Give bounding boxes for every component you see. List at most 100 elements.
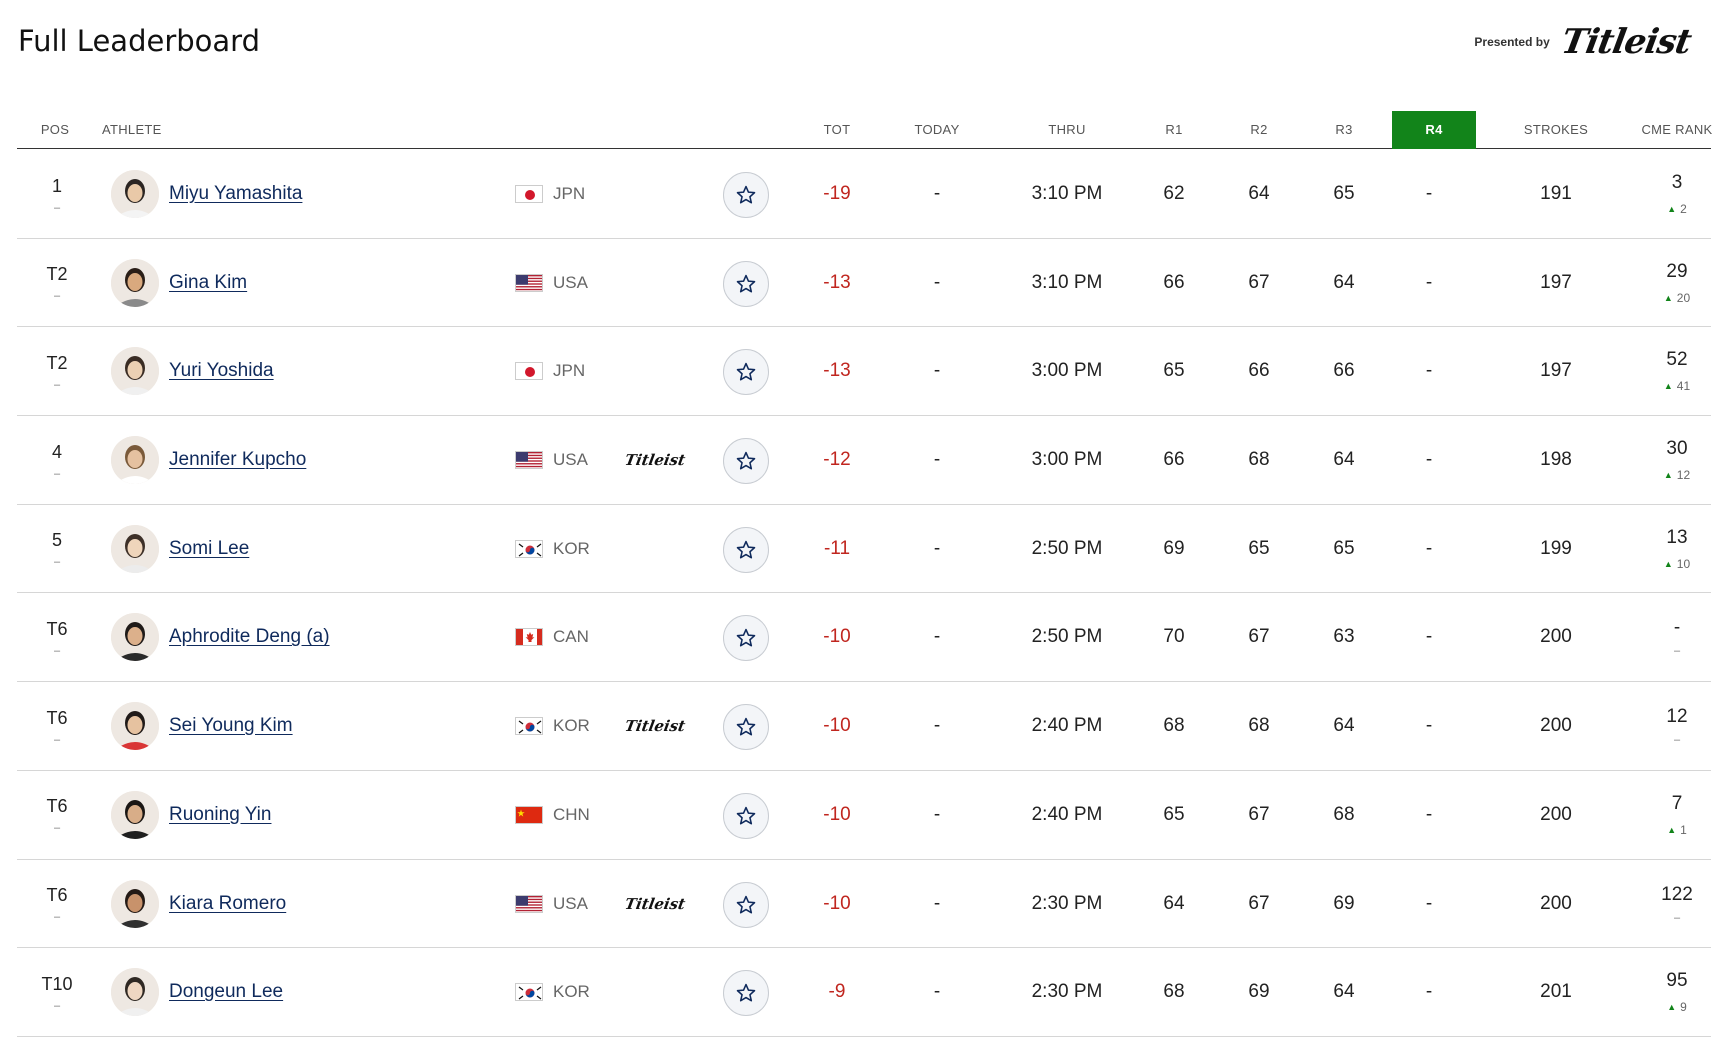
athlete-name-link[interactable]: Gina Kim	[169, 239, 247, 327]
total-score: -9	[828, 981, 846, 1003]
position-change: –	[53, 378, 61, 391]
favorite-star-button[interactable]	[723, 792, 769, 839]
table-header: POS ATHLETE TOT TODAY THRU R1 R2 R3 R4 S…	[17, 111, 1712, 149]
favorite-star-button[interactable]	[723, 438, 769, 485]
round-3-score: 66	[1333, 360, 1355, 382]
cme-rank-value: 13	[1666, 526, 1688, 548]
total-strokes: 200	[1540, 626, 1572, 648]
col-r4-active[interactable]: R4	[1392, 111, 1476, 149]
cme-rank: 3 ▲ 2	[1653, 150, 1701, 238]
round-2-score: 67	[1248, 271, 1270, 293]
col-athlete: ATHLETE	[102, 122, 162, 137]
cme-rank-value: 29	[1666, 260, 1688, 282]
total-score: -13	[823, 271, 851, 293]
country-code: KOR	[553, 538, 590, 558]
athlete-name-link[interactable]: Kiara Romero	[169, 860, 286, 948]
position-value: T2	[46, 352, 68, 373]
total-strokes: 201	[1540, 981, 1572, 1003]
round-4-score: -	[1425, 715, 1433, 737]
round-2-score: 68	[1248, 715, 1270, 737]
cme-rank-value: 7	[1671, 792, 1683, 814]
total-strokes: 197	[1540, 271, 1572, 293]
round-3-score: 64	[1333, 715, 1355, 737]
position: T6 –	[39, 860, 75, 948]
round-4-score: -	[1425, 626, 1433, 648]
athlete-name-link[interactable]: Jennifer Kupcho	[169, 416, 306, 504]
country: CAN	[515, 593, 589, 681]
country-code: KOR	[553, 982, 590, 1002]
avatar	[111, 613, 159, 662]
today-score: -	[933, 360, 941, 382]
table-row: T2 – Yuri Yoshida JPN -13 - 3:00 PM 65 66 66 - 197 5…	[17, 327, 1711, 417]
table-row: T6 – Sei Young Kim KOR Titleist -10 - 2:40 PM 68…	[17, 682, 1711, 771]
round-3-score: 68	[1333, 803, 1355, 825]
favorite-star-button[interactable]	[723, 349, 769, 396]
favorite-star-button[interactable]	[723, 615, 769, 662]
round-3-score: 65	[1333, 537, 1355, 559]
leaderboard-page: Full Leaderboard Presented by Titleist P…	[0, 0, 1726, 1047]
position: 4–	[39, 416, 75, 504]
round-3-score: 64	[1333, 449, 1355, 471]
favorite-star-button[interactable]	[723, 526, 769, 573]
flag-jpn-icon	[515, 362, 543, 381]
position-value: 1	[51, 175, 62, 196]
round-4-score: -	[1425, 803, 1433, 825]
round-1-score: 70	[1163, 626, 1185, 648]
athlete-name-link[interactable]: Dongeun Lee	[169, 948, 283, 1036]
thru-time: 3:10 PM	[1031, 271, 1103, 293]
round-1-score: 64	[1163, 892, 1185, 914]
flag-kor-icon	[515, 983, 543, 1002]
athlete-name-link[interactable]: Somi Lee	[169, 505, 249, 593]
round-2-score: 67	[1248, 626, 1270, 648]
athlete-name-link[interactable]: Sei Young Kim	[169, 682, 293, 770]
favorite-star-button[interactable]	[723, 881, 769, 928]
star-icon	[735, 539, 757, 561]
flag-can-icon	[515, 628, 543, 647]
cme-rank: 13 ▲ 10	[1653, 505, 1701, 593]
titleist-badge: Titleist	[623, 717, 687, 736]
country: KOR	[515, 948, 590, 1036]
flag-kor-icon	[515, 717, 543, 736]
table-row: T2 – Gina Kim USA -13 - 3:10 PM 66 67 64 - 197 29 ▲ 20	[17, 239, 1711, 328]
round-4-score: -	[1425, 360, 1433, 382]
favorite-star-button[interactable]	[723, 704, 769, 751]
total-score: -13	[823, 360, 851, 382]
table-row: 4– Jennifer Kupcho USA Titleist -12-3:00 PM 6…	[17, 416, 1711, 505]
position-change: –	[53, 467, 61, 480]
position-value: T2	[46, 264, 68, 285]
round-4-score: -	[1425, 449, 1433, 471]
table-row: T6 – Kiara Romero USA Titleist -10 - 2:30 PM 64 6…	[17, 860, 1711, 949]
total-strokes: 199	[1540, 537, 1572, 559]
cme-movement: ▲ 1	[1667, 823, 1687, 837]
cme-rank: 52 ▲ 41	[1653, 327, 1701, 415]
athlete-name-link[interactable]: Ruoning Yin	[169, 771, 271, 859]
cme-rank: 122 –	[1653, 860, 1701, 948]
avatar	[111, 702, 159, 751]
titleist-badge: Titleist	[623, 451, 687, 470]
star-icon	[735, 184, 757, 206]
athlete-name-link[interactable]: Yuri Yoshida	[169, 327, 274, 415]
round-1-score: 62	[1163, 183, 1185, 204]
star-icon	[735, 361, 757, 383]
position-value: T6	[46, 707, 68, 728]
round-3-score: 65	[1333, 183, 1355, 204]
cme-rank-value: 95	[1666, 970, 1688, 992]
athlete-name-link[interactable]: Miyu Yamashita	[169, 150, 302, 238]
star-icon	[735, 716, 757, 738]
avatar	[111, 790, 159, 839]
thru-time: 2:30 PM	[1031, 981, 1103, 1003]
favorite-star-button[interactable]	[723, 970, 769, 1017]
athlete-name-link[interactable]: Aphrodite Deng (a)	[169, 593, 330, 681]
cme-rank: 29 ▲ 20	[1653, 239, 1701, 327]
favorite-star-button[interactable]	[723, 172, 769, 218]
table-row: 1– Miyu Yamashita JPN -19-3:10 PM 62 64 65-191…	[17, 150, 1711, 239]
today-score: -	[933, 892, 941, 914]
flag-chn-icon	[515, 805, 543, 824]
flag-usa-icon	[515, 451, 543, 470]
avatar	[111, 170, 159, 218]
country: USA	[515, 416, 588, 504]
favorite-star-button[interactable]	[723, 260, 769, 307]
total-strokes: 191	[1540, 183, 1572, 204]
round-2-score: 69	[1248, 981, 1270, 1003]
cme-move-value: 2	[1680, 202, 1687, 216]
